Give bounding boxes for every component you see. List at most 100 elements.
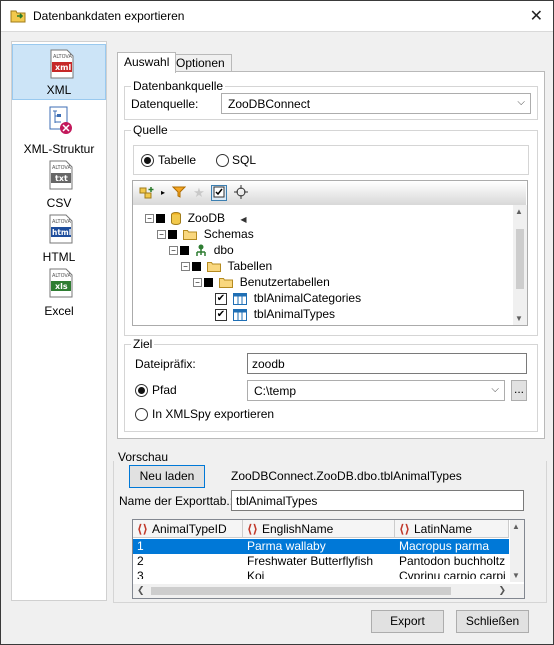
dropdown-arrow-icon[interactable]: ▸	[155, 185, 171, 201]
preview-grid: ⟨⟩ AnimalTypeID ⟨⟩ EnglishName ⟨⟩ LatinName…	[132, 519, 525, 599]
chevron-down-icon: ⌵	[517, 97, 525, 108]
add-item-icon[interactable]	[139, 185, 155, 201]
tree-label-dbo: dbo	[213, 243, 234, 257]
filter-icon[interactable]	[171, 185, 187, 201]
close-button[interactable]: Schließen	[456, 610, 529, 633]
path-radio[interactable]	[135, 384, 148, 397]
tree-node-tabellen[interactable]: − Tabellen	[181, 259, 272, 275]
tab-auswahl[interactable]: Auswahl	[117, 52, 177, 73]
export-button[interactable]: Export	[371, 610, 444, 633]
database-icon	[171, 212, 182, 226]
scroll-thumb[interactable]	[516, 229, 524, 289]
export-db-icon	[10, 10, 26, 23]
tree-label-tabellen: Tabellen	[227, 259, 273, 273]
format-xml-structure[interactable]: XML-Struktur	[12, 102, 106, 158]
scroll-right-icon[interactable]: ❯	[498, 585, 506, 596]
close-icon[interactable]: ✕	[530, 6, 543, 26]
svg-text:xml: xml	[55, 63, 71, 72]
grid-cell[interactable]: 1	[133, 539, 243, 554]
element-icon: ⟨⟩	[137, 522, 148, 536]
tree-node-zoodb[interactable]: − ZooDB ◀	[145, 211, 247, 227]
scroll-thumb[interactable]	[151, 587, 451, 595]
db-tree: ▸ ★ − ZooDB ◀ − Schemas − dbo − Tabellen…	[132, 180, 528, 326]
datasource-value: ZooDBConnect	[228, 97, 311, 111]
browse-button[interactable]: ...	[511, 380, 527, 401]
scroll-down-icon[interactable]: ▼	[515, 314, 523, 323]
table-radio[interactable]	[141, 154, 154, 167]
grid-cell[interactable]: Cyprinu carpio carpi	[395, 569, 509, 579]
svg-text:html: html	[52, 228, 71, 237]
format-xml[interactable]: ALTOVA xml XML	[12, 44, 106, 100]
column-header[interactable]: ⟨⟩ AnimalTypeID	[133, 520, 243, 538]
format-list: ALTOVA xml XML XML-Struktur ALTOVA txt C…	[11, 41, 107, 601]
tree-node-tblanimalcategories[interactable]: ✔ tblAnimalCategories	[213, 291, 361, 307]
grid-cell[interactable]: Freshwater Butterflyfish	[243, 554, 395, 569]
element-icon: ⟨⟩	[247, 522, 258, 536]
table-radio-label: Tabelle	[158, 153, 197, 167]
prefix-label: Dateipräfix:	[135, 357, 196, 371]
grid-cell[interactable]: Parma wallaby	[243, 539, 395, 554]
scroll-up-icon[interactable]: ▲	[512, 522, 520, 531]
tree-node-dbo[interactable]: − dbo	[169, 243, 234, 259]
sql-radio-label: SQL	[232, 153, 257, 167]
column-header[interactable]: ⟨⟩ LatinName	[395, 520, 509, 538]
grid-cell[interactable]: 2	[133, 554, 243, 569]
datasource-label: Datenquelle:	[131, 97, 199, 111]
grid-cell[interactable]: Pantodon buchholtz	[395, 554, 509, 569]
table-checkbox[interactable]: ✔	[215, 308, 227, 321]
format-html[interactable]: ALTOVA html HTML	[12, 210, 106, 266]
scroll-left-icon[interactable]: ❮	[137, 585, 145, 596]
path-value: C:\temp	[254, 384, 297, 398]
export-dialog: Datenbankdaten exportieren ✕ ALTOVA xml …	[0, 0, 554, 645]
title-bar: Datenbankdaten exportieren ✕	[1, 1, 553, 32]
format-excel-label: Excel	[44, 304, 74, 318]
xmlspy-radio-label: In XMLSpy exportieren	[152, 407, 275, 421]
tree-label-benutzertabellen: Benutzertabellen	[239, 275, 330, 289]
locate-icon[interactable]	[233, 185, 249, 201]
xmlspy-radio[interactable]	[135, 408, 148, 421]
svg-text:xls: xls	[55, 282, 68, 291]
tree-node-tblanimaltypes[interactable]: ✔ tblAnimalTypes	[213, 307, 335, 323]
xml-structure-icon	[49, 106, 72, 134]
tree-label-tblanimalcategories: tblAnimalCategories	[253, 291, 362, 305]
scroll-down-icon[interactable]: ▼	[512, 571, 520, 580]
sql-radio[interactable]	[216, 154, 229, 167]
reload-button[interactable]: Neu laden	[129, 465, 205, 488]
window-title: Datenbankdaten exportieren	[33, 9, 185, 23]
svg-text:ALTOVA: ALTOVA	[52, 273, 72, 279]
export-table-input[interactable]: tblAnimalTypes	[231, 490, 524, 511]
grid-horizontal-scrollbar[interactable]: ❮ ❯	[133, 584, 524, 598]
tab-optionen[interactable]: Optionen	[169, 54, 232, 72]
format-html-label: HTML	[42, 250, 76, 264]
grid-vertical-scrollbar[interactable]: ▲ ▼	[510, 520, 524, 582]
check-all-icon[interactable]	[211, 185, 227, 201]
tree-toolbar: ▸ ★	[133, 181, 526, 205]
tree-node-schemas[interactable]: − Schemas	[157, 227, 254, 243]
tree-label-schemas: Schemas	[203, 227, 254, 241]
grid-cell[interactable]: Macropus parma	[395, 539, 509, 554]
xls-file-icon: ALTOVA xls	[49, 268, 73, 298]
tree-node-benutzertabellen[interactable]: − Benutzertabellen	[193, 275, 330, 291]
svg-text:ALTOVA: ALTOVA	[52, 219, 72, 225]
table-checkbox[interactable]: ✔	[215, 292, 227, 305]
format-csv[interactable]: ALTOVA txt CSV	[12, 156, 106, 212]
grid-cell[interactable]: Koi	[243, 569, 395, 579]
collapse-toggle[interactable]: −	[145, 214, 154, 224]
txt-file-icon: ALTOVA txt	[49, 160, 73, 190]
folder-icon	[219, 278, 234, 289]
column-header[interactable]: ⟨⟩ EnglishName	[243, 520, 395, 538]
favorite-star-icon[interactable]: ★	[191, 185, 207, 201]
grid-cell[interactable]: 3	[133, 569, 243, 579]
tree-label-zoodb: ZooDB	[187, 211, 226, 225]
table-icon	[233, 292, 248, 305]
tree-vertical-scrollbar[interactable]: ▲ ▼	[513, 205, 527, 325]
format-excel[interactable]: ALTOVA xls Excel	[12, 264, 106, 320]
svg-text:ALTOVA: ALTOVA	[53, 54, 73, 60]
format-xml-label: XML	[46, 83, 72, 97]
expand-left-icon[interactable]: ◀	[240, 215, 246, 224]
scroll-up-icon[interactable]: ▲	[515, 207, 523, 216]
path-radio-label: Pfad	[152, 383, 177, 397]
path-combo[interactable]: C:\temp ⌵	[247, 380, 505, 401]
datasource-combo[interactable]: ZooDBConnect ⌵	[221, 93, 531, 114]
prefix-input[interactable]: zoodb	[247, 353, 527, 374]
